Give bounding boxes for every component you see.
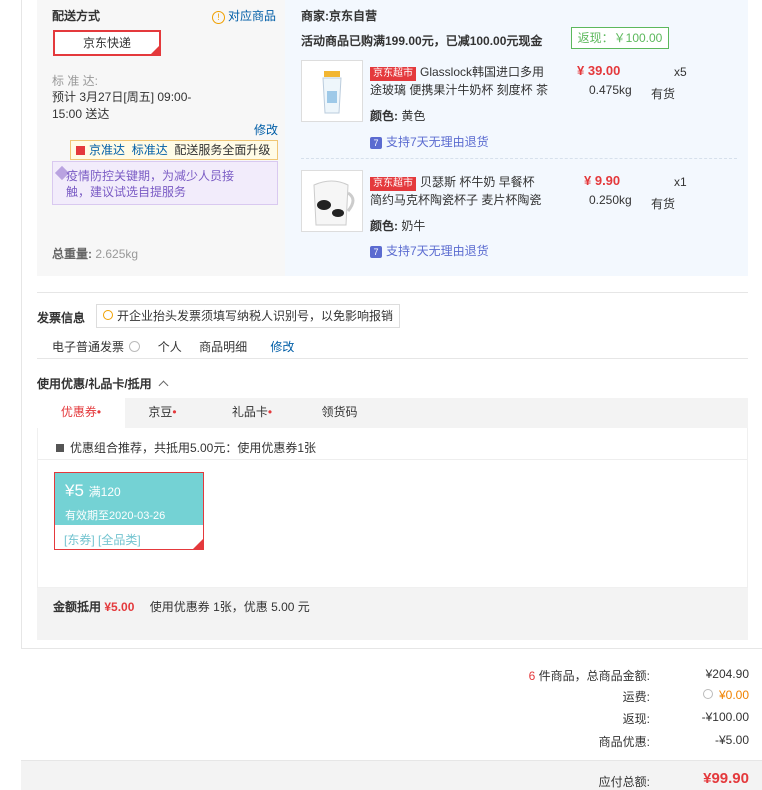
selected-corner-icon xyxy=(193,539,203,549)
total-weight: 总重量: 2.625kg xyxy=(52,247,139,261)
invoice-modify-link[interactable]: 修改 xyxy=(270,340,294,354)
return-icon: 7 xyxy=(370,137,382,149)
discount-toggle[interactable]: 使用优惠/礼品卡/抵用 xyxy=(37,375,169,392)
divider xyxy=(21,648,762,649)
coupon-amount: ¥5 xyxy=(65,481,84,500)
epidemic-note: 疫情防控关键期，为减少人员接 触，建议试选自提服务 xyxy=(52,161,278,205)
eta-label: 标 准 达: xyxy=(52,74,99,88)
product-title-line2[interactable]: 途玻璃 便携果汁牛奶杯 刻度杯 茶 xyxy=(370,81,548,98)
info-icon: ! xyxy=(212,11,225,24)
promo-value: -¥5.00 xyxy=(714,733,749,747)
coupon-card[interactable]: ¥5 满120 有效期至2020-03-26 [东券] [全品类] xyxy=(54,472,204,550)
product-stock: 有货 xyxy=(651,197,676,211)
product-thumb[interactable] xyxy=(301,170,363,232)
promo-label: 商品优惠: xyxy=(598,735,650,749)
product-color: 颜色: 黄色 xyxy=(370,109,426,123)
delivery-upgrade-banner[interactable]: 京准达 标准达 配送服务全面升级 xyxy=(70,140,278,160)
selected-corner-icon xyxy=(151,46,159,54)
payable-amount: ¥99.90 xyxy=(703,770,749,787)
recommend-option[interactable]: 优惠组合推荐，共抵用5.00元：使用优惠券1张 xyxy=(56,439,316,456)
product-title[interactable]: 京东超市 Glasslock韩国进口多用 xyxy=(370,63,570,81)
product-color: 颜色: 奶牛 xyxy=(370,219,426,233)
milk-mug-image xyxy=(313,180,355,226)
product-weight: 0.250kg xyxy=(589,193,632,207)
lightbulb-icon xyxy=(103,310,113,320)
goods-count: 6 件商品，总商品金额: xyxy=(528,669,650,683)
product-price: ¥ 9.90 xyxy=(584,173,621,188)
jd-supermarket-tag: 京东超市 xyxy=(370,67,416,81)
eta-line1: 预计 3月27日[周五] 09:00- xyxy=(52,90,192,104)
invoice-details: 电子普通发票 个人 商品明细 修改 xyxy=(52,340,295,354)
shipping-fee: ¥0.00 xyxy=(702,688,749,702)
return-icon: 7 xyxy=(370,246,382,258)
shipping-fee-label: 运费: xyxy=(622,690,650,704)
product-qty: x1 xyxy=(674,175,687,189)
product-title[interactable]: 京东超市 贝瑟斯 杯牛奶 早餐杯 xyxy=(370,173,570,191)
return-policy[interactable]: 7 支持7天无理由退货 xyxy=(370,133,489,150)
rebate-label: 返现: xyxy=(622,712,650,726)
tab-gift-card[interactable]: 礼品卡• xyxy=(217,398,287,428)
merchant: 商家:京东自营 xyxy=(301,9,378,23)
tab-coupon[interactable]: 优惠券• xyxy=(37,398,125,428)
return-policy[interactable]: 7 支持7天无理由退货 xyxy=(370,242,489,259)
invoice-tip: 开企业抬头发票须填写纳税人识别号，以免影响报销 xyxy=(96,304,401,328)
jd-supermarket-tag: 京东超市 xyxy=(370,177,416,191)
coupon-tags: [东券] [全品类] xyxy=(64,533,141,547)
product-qty: x5 xyxy=(674,65,687,79)
product-thumb[interactable] xyxy=(301,60,363,122)
checkbox[interactable] xyxy=(56,444,64,452)
eta-line2: 15:00 送达 xyxy=(52,107,110,121)
tab-jd-beans[interactable]: 京豆• xyxy=(125,398,200,428)
coupon-expiry: 有效期至2020-03-26 xyxy=(65,510,166,522)
promo-text: 活动商品已购满199.00元，已减100.00元现金 xyxy=(301,34,543,48)
discount-tabs: 优惠券• 京豆• 礼品卡• 领货码 xyxy=(37,398,748,428)
chevron-up-icon xyxy=(158,380,169,391)
divider xyxy=(37,292,748,293)
product-price: ¥ 39.00 xyxy=(577,63,621,78)
payable-label: 应付总额: xyxy=(598,775,650,789)
discount-summary: 金额抵用 ¥5.00 使用优惠券 1张，优惠 5.00 元 xyxy=(53,600,310,614)
product-title-line2[interactable]: 简约马克杯陶瓷杯子 麦片杯陶瓷 xyxy=(370,191,541,208)
shipping-modify-link[interactable]: 修改 xyxy=(254,121,278,138)
help-icon[interactable] xyxy=(129,341,141,352)
shipping-title: 配送方式 xyxy=(52,9,101,23)
goods-amount: ¥204.90 xyxy=(705,667,749,681)
left-border xyxy=(21,0,22,648)
invoice-title: 发票信息 xyxy=(37,311,86,325)
tab-redeem-code[interactable]: 领货码 xyxy=(307,398,372,428)
product-stock: 有货 xyxy=(651,87,676,101)
divider xyxy=(37,358,748,359)
payable-bar xyxy=(21,760,762,790)
match-items-link[interactable]: ! 对应商品 xyxy=(212,7,276,24)
coupon-condition: 满120 xyxy=(88,485,121,499)
product-weight: 0.475kg xyxy=(589,83,632,97)
divider xyxy=(38,459,747,460)
divider xyxy=(301,158,737,160)
rebate-badge: 返现：￥100.00 xyxy=(571,27,669,49)
jd-icon xyxy=(76,146,85,155)
glass-cup-image xyxy=(322,71,342,114)
rebate-value: -¥100.00 xyxy=(701,710,749,724)
shipping-method-option[interactable]: 京东快递 xyxy=(53,30,161,56)
help-icon[interactable] xyxy=(702,689,713,699)
